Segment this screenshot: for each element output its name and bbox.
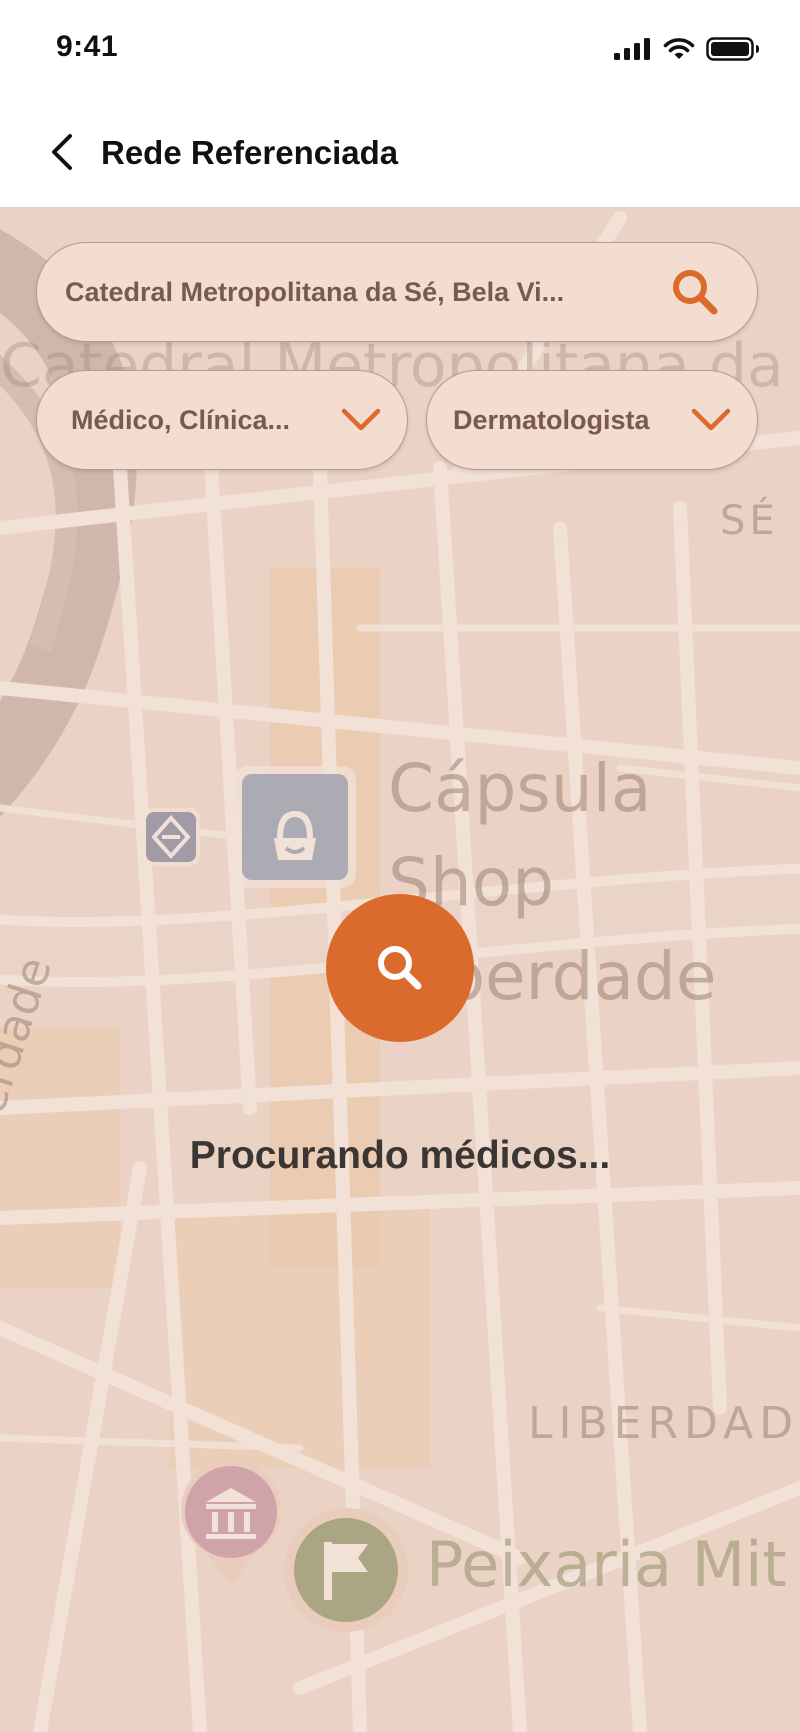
search-icon [378, 946, 422, 990]
status-time: 9:41 [56, 30, 119, 63]
address-search-input[interactable] [65, 276, 667, 308]
map-label-peixaria: Peixaria Mit [426, 1528, 787, 1601]
map-view[interactable]: Catedral Metropolitana da Sé SÉ Cápsula … [0, 208, 800, 1732]
loading-indicator [326, 894, 474, 1042]
battery-icon [706, 37, 759, 61]
status-icons [614, 34, 760, 64]
map-label-se: SÉ [720, 498, 779, 544]
map-label-liberdade: LIBERDADE [528, 1398, 800, 1449]
app-header: Rede Referenciada [0, 100, 800, 208]
shopping-bag-icon[interactable] [232, 764, 358, 895]
filter-type-dropdown[interactable]: Médico, Clínica... [36, 370, 408, 470]
filter-specialty-label: Dermatologista [453, 404, 650, 435]
back-button[interactable] [38, 124, 86, 180]
chevron-down-icon [689, 405, 733, 435]
metro-station-icon[interactable] [140, 806, 202, 873]
chevron-down-icon [339, 405, 383, 435]
chevron-left-icon [52, 134, 72, 170]
search-button[interactable] [667, 264, 723, 320]
address-search-box [36, 242, 758, 342]
filter-specialty-dropdown[interactable]: Dermatologista [426, 370, 758, 470]
wifi-icon [663, 38, 695, 59]
museum-icon[interactable] [176, 1458, 286, 1593]
loading-text: Procurando médicos... [189, 1134, 611, 1177]
filter-type-label: Médico, Clínica... [71, 404, 291, 435]
search-icon [673, 270, 718, 315]
status-bar: 9:41 [0, 0, 800, 100]
flag-icon[interactable] [282, 1506, 410, 1639]
signal-icon [614, 38, 650, 60]
page-title: Rede Referenciada [101, 134, 399, 171]
